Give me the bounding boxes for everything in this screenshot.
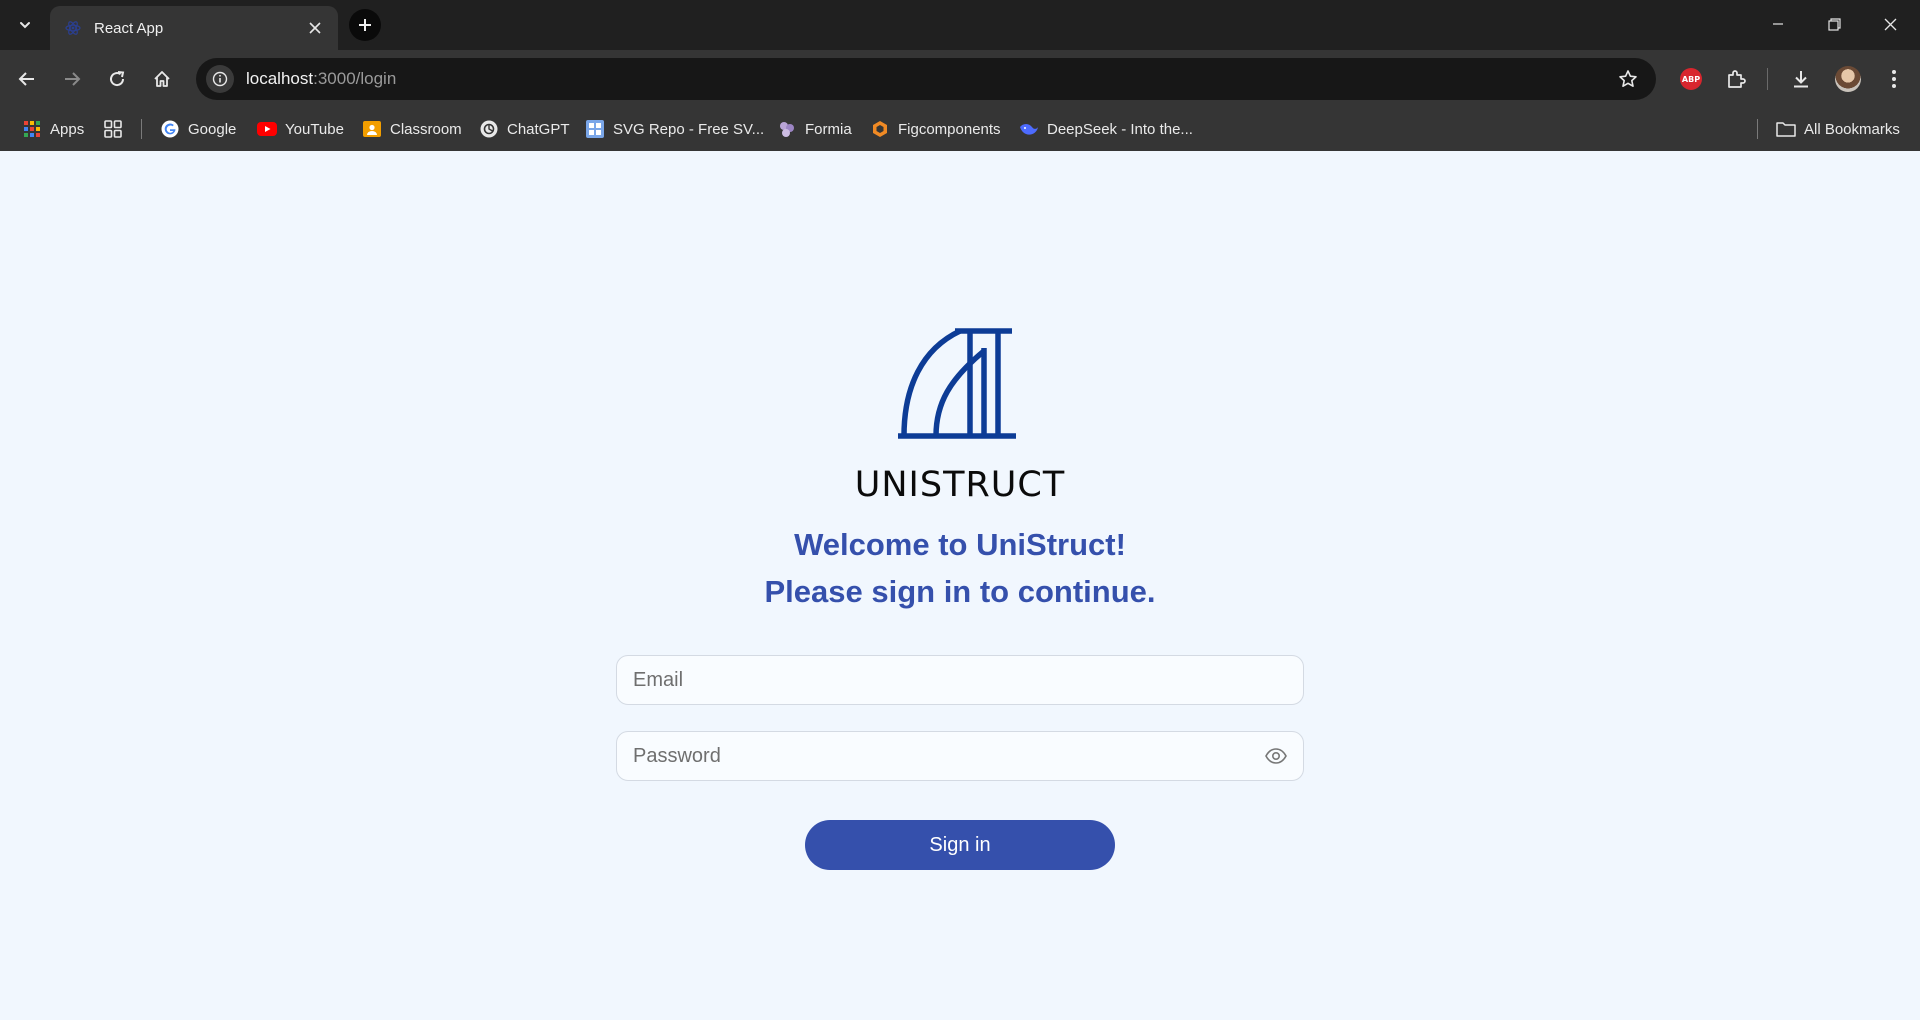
- password-field[interactable]: [616, 731, 1304, 781]
- apps-grid-icon: [22, 119, 42, 139]
- formia-icon: [777, 119, 797, 139]
- sign-in-button[interactable]: Sign in: [805, 820, 1115, 870]
- bookmark-label: Classroom: [390, 120, 462, 138]
- bookmark-deepseek[interactable]: DeepSeek - Into the...: [1019, 108, 1193, 150]
- downloads-icon[interactable]: [1785, 63, 1817, 95]
- bookmark-label: Apps: [50, 120, 85, 138]
- close-window-icon[interactable]: [1862, 0, 1918, 48]
- show-password-eye-icon[interactable]: [1263, 743, 1289, 769]
- google-icon: [160, 119, 180, 139]
- bookmark-label: Formia: [805, 120, 852, 138]
- adblock-badge: ABP: [1680, 68, 1702, 90]
- forward-arrow-icon[interactable]: [56, 63, 88, 95]
- url-path: :3000/login: [313, 69, 397, 88]
- bookmark-label: SVG Repo - Free SV...: [613, 120, 765, 138]
- figcomponents-icon: [870, 119, 890, 139]
- menu-kebab-icon[interactable]: [1878, 63, 1910, 95]
- avatar: [1835, 66, 1861, 92]
- react-icon: [64, 19, 82, 37]
- tab-strip: React App: [0, 0, 1920, 50]
- extensions-puzzle-icon[interactable]: [1720, 63, 1752, 95]
- youtube-icon: [257, 119, 277, 139]
- welcome-subline: Please sign in to continue.: [764, 574, 1156, 609]
- toolbar-divider: [1767, 68, 1768, 90]
- all-bookmarks[interactable]: All Bookmarks: [1776, 108, 1900, 150]
- bookmark-label: DeepSeek - Into the...: [1047, 120, 1193, 138]
- folder-icon: [1776, 119, 1796, 139]
- bookmark-label: YouTube: [285, 120, 344, 138]
- reload-icon[interactable]: [101, 63, 133, 95]
- close-tab-icon[interactable]: [304, 17, 326, 39]
- welcome-line: Welcome to UniStruct!: [794, 527, 1126, 562]
- email-field[interactable]: [616, 655, 1304, 705]
- bookmark-star-icon[interactable]: [1614, 65, 1642, 93]
- bookmark-youtube[interactable]: YouTube: [257, 108, 344, 150]
- tab-groups-icon[interactable]: [103, 108, 123, 150]
- email-input[interactable]: [631, 667, 1289, 693]
- bookmark-label: Google: [188, 120, 237, 138]
- restore-window-icon[interactable]: [1806, 0, 1862, 48]
- chatgpt-icon: [479, 119, 499, 139]
- bookmark-label: ChatGPT: [507, 120, 570, 138]
- minimize-window-icon[interactable]: [1750, 0, 1806, 48]
- bookmark-google[interactable]: Google: [160, 108, 236, 150]
- password-input[interactable]: [631, 743, 1263, 769]
- site-info-icon[interactable]: [206, 65, 234, 93]
- url-host: localhost: [246, 69, 314, 88]
- bookmark-svg-repo[interactable]: SVG Repo - Free SV...: [585, 108, 764, 150]
- svgrepo-icon: [585, 119, 605, 139]
- classroom-icon: [362, 119, 382, 139]
- login-page: UNISTRUCT Welcome to UniStruct! Please s…: [0, 151, 1920, 1020]
- bookmark-figcomponents[interactable]: Figcomponents: [870, 108, 1001, 150]
- profile-avatar[interactable]: [1832, 63, 1864, 95]
- browser-toolbar: localhost:3000/login ABP: [0, 50, 1920, 108]
- tab-react-app[interactable]: React App: [50, 6, 338, 50]
- back-arrow-icon[interactable]: [11, 63, 43, 95]
- bookmarks-separator: [141, 119, 142, 139]
- bookmark-formia[interactable]: Formia: [777, 108, 852, 150]
- tab-search-chevron-icon[interactable]: [12, 12, 38, 38]
- bookmarks-separator: [1757, 119, 1758, 139]
- tab-title: React App: [94, 19, 164, 37]
- bookmarks-bar: Apps Google YouTube Classroom ChatGPT SV…: [0, 108, 1920, 150]
- brand-name: UNISTRUCT: [854, 465, 1066, 505]
- unistruct-logo-icon: [898, 328, 1016, 439]
- bookmark-apps[interactable]: Apps: [22, 108, 84, 150]
- welcome-heading: Welcome to UniStruct! Please sign in to …: [0, 521, 1920, 615]
- url-text[interactable]: localhost:3000/login: [246, 69, 1614, 89]
- home-icon[interactable]: [146, 63, 178, 95]
- address-bar[interactable]: localhost:3000/login: [196, 58, 1656, 100]
- deepseek-icon: [1019, 119, 1039, 139]
- new-tab-plus-icon[interactable]: [349, 9, 381, 41]
- browser-chrome: React App localhost:3000/login ABP Apps …: [0, 0, 1920, 151]
- bookmark-classroom[interactable]: Classroom: [362, 108, 462, 150]
- adblock-extension-icon[interactable]: ABP: [1675, 63, 1707, 95]
- bookmark-chatgpt[interactable]: ChatGPT: [479, 108, 570, 150]
- all-bookmarks-label: All Bookmarks: [1804, 120, 1900, 138]
- bookmark-label: Figcomponents: [898, 120, 1001, 138]
